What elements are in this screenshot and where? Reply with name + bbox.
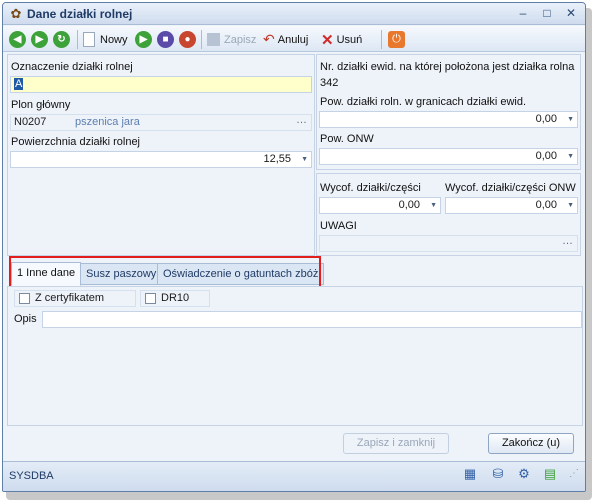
- stop-button[interactable]: ■: [157, 30, 174, 49]
- title-bar[interactable]: ✿ Dane działki rolnej – □ ✕: [3, 3, 585, 25]
- ellipsis-icon[interactable]: …: [296, 115, 307, 128]
- onw-label: Pow. ONW: [320, 133, 374, 145]
- maximize-icon[interactable]: □: [539, 6, 555, 21]
- next-record-button[interactable]: ▶: [31, 30, 48, 49]
- database-icon[interactable]: ⛁: [489, 465, 507, 483]
- dr10-checkbox-cell: DR10: [140, 290, 210, 307]
- area-value: 12,55: [263, 153, 291, 165]
- toolbar-separator: [201, 30, 202, 49]
- save-and-close-label: Zapisz i zamknij: [356, 437, 436, 449]
- notes-field[interactable]: …: [319, 235, 578, 252]
- save-and-close-button[interactable]: Zapisz i zamknij: [343, 433, 449, 454]
- record-button[interactable]: ●: [179, 30, 196, 49]
- power-icon: ⏻: [388, 31, 405, 48]
- app-icon: ✿: [10, 6, 22, 21]
- designation-label: Oznaczenie działki rolnej: [11, 61, 133, 73]
- delete-button-label: Usuń: [336, 33, 363, 46]
- onw-value: 0,00: [535, 150, 557, 162]
- area-label: Powierzchnia działki rolnej: [11, 136, 141, 148]
- export-icon[interactable]: ▤: [541, 465, 559, 483]
- toolbar-separator: [381, 30, 382, 49]
- withdraw-onw-value: 0,00: [535, 199, 557, 211]
- toolbar: ◀ ▶ ↻ Nowy ▶ ■ ● Zapisz ↶ Anuluj ✕ Usuń …: [3, 26, 585, 52]
- save-button-label: Zapisz: [224, 33, 257, 46]
- dr10-label: DR10: [161, 292, 190, 304]
- certificate-checkbox[interactable]: [19, 293, 30, 304]
- chevron-down-icon[interactable]: ▼: [301, 152, 308, 167]
- new-button[interactable]: Nowy: [83, 30, 128, 49]
- description-label: Opis: [14, 313, 37, 325]
- withdraw-value: 0,00: [398, 199, 420, 211]
- close-icon[interactable]: ✕: [563, 6, 579, 21]
- user-label: SYSDBA: [9, 470, 54, 482]
- undo-arrow-icon: ↶: [263, 31, 275, 47]
- main-crop-field[interactable]: N0207 pszenica jara …: [10, 114, 312, 131]
- withdraw-label: Wycof. działki/części: [320, 182, 421, 194]
- cancel-button-label: Anuluj: [277, 33, 309, 46]
- description-input[interactable]: [42, 311, 582, 328]
- delete-button[interactable]: ✕ Usuń: [321, 30, 362, 49]
- area-input[interactable]: 12,55 ▼: [10, 151, 312, 168]
- area-in-parcel-label: Pow. działki roln. w granicach działki e…: [320, 96, 527, 108]
- main-crop-label: Plon główny: [11, 99, 71, 111]
- cancel-button[interactable]: ↶ Anuluj: [263, 30, 308, 49]
- tab-content: Z certyfikatem DR10 Opis: [7, 286, 583, 426]
- designation-input[interactable]: A: [10, 76, 312, 93]
- parcel-no-value: 342: [320, 77, 339, 89]
- withdraw-onw-label: Wycof. działki/części ONW: [445, 182, 576, 194]
- area-in-parcel-input[interactable]: 0,00 ▼: [319, 111, 578, 128]
- floppy-disk-icon: [207, 33, 220, 46]
- dialog-window: ✿ Dane działki rolnej – □ ✕ ◀ ▶ ↻ Nowy ▶…: [2, 2, 586, 492]
- onw-input[interactable]: 0,00 ▼: [319, 148, 578, 165]
- power-button[interactable]: ⏻: [388, 30, 405, 49]
- delete-x-icon: ✕: [321, 31, 334, 49]
- minimize-icon[interactable]: –: [515, 6, 531, 21]
- resize-grip-icon[interactable]: ⋰: [565, 465, 583, 483]
- dr10-checkbox[interactable]: [145, 293, 156, 304]
- window-title: Dane działki rolnej: [27, 7, 133, 21]
- toolbar-separator: [77, 30, 78, 49]
- chevron-down-icon[interactable]: ▼: [567, 198, 574, 213]
- right-lower-panel: Wycof. działki/części Wycof. działki/czę…: [316, 173, 581, 256]
- first-record-button[interactable]: ◀: [9, 30, 26, 49]
- left-panel: Oznaczenie działki rolnej A Plon główny …: [7, 54, 315, 256]
- withdraw-onw-input[interactable]: 0,00 ▼: [445, 197, 578, 214]
- refresh-button[interactable]: ↻: [53, 30, 70, 49]
- finish-label: Zakończ (u): [501, 437, 561, 449]
- designation-value: A: [14, 78, 24, 90]
- save-button[interactable]: Zapisz: [207, 30, 256, 49]
- new-document-icon: [83, 32, 95, 47]
- chevron-down-icon[interactable]: ▼: [567, 112, 574, 127]
- chevron-down-icon[interactable]: ▼: [430, 198, 437, 213]
- chevron-down-icon[interactable]: ▼: [567, 149, 574, 164]
- grid-icon[interactable]: ▦: [461, 465, 479, 483]
- ellipsis-icon[interactable]: …: [562, 236, 573, 249]
- settings-gear-icon[interactable]: ⚙: [515, 465, 533, 483]
- finish-button[interactable]: Zakończ (u): [488, 433, 574, 454]
- parcel-no-label: Nr. działki ewid. na której położona jes…: [320, 61, 575, 73]
- right-panel: Nr. działki ewid. na której położona jes…: [316, 54, 581, 170]
- new-button-label: Nowy: [100, 33, 128, 46]
- withdraw-input[interactable]: 0,00 ▼: [319, 197, 441, 214]
- main-crop-code: N0207: [14, 116, 47, 128]
- area-in-parcel-value: 0,00: [535, 113, 557, 125]
- certificate-label: Z certyfikatem: [35, 292, 105, 304]
- main-crop-name: pszenica jara: [75, 116, 140, 128]
- notes-label: UWAGI: [320, 220, 357, 232]
- play-button[interactable]: ▶: [135, 30, 152, 49]
- certificate-checkbox-cell: Z certyfikatem: [14, 290, 136, 307]
